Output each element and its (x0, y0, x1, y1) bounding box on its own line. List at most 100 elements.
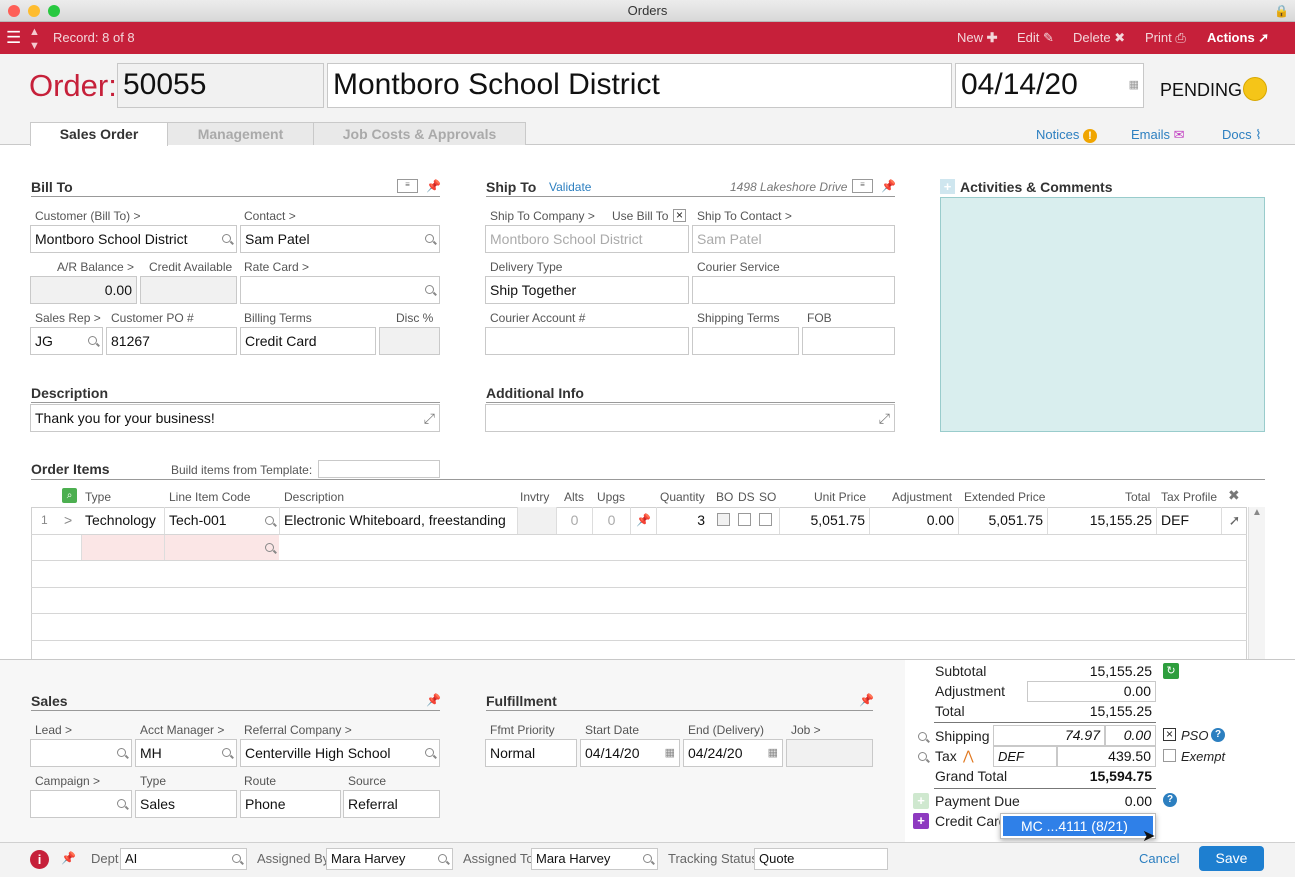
order-customer-field[interactable]: Montboro School District (327, 63, 952, 108)
info-icon[interactable]: i (30, 850, 49, 869)
new-row-type-cell[interactable] (81, 535, 164, 560)
new-button[interactable]: New ✚ (957, 22, 998, 54)
add-payment-icon[interactable]: + (913, 793, 929, 809)
col-bo[interactable]: BO (716, 490, 733, 504)
acct-manager-label[interactable]: Acct Manager > (140, 723, 224, 737)
courier-service-field[interactable] (692, 276, 895, 304)
row-upgs[interactable]: 0 (592, 507, 630, 534)
calendar-icon[interactable]: ▦ (768, 740, 778, 766)
search-icon[interactable] (222, 234, 231, 243)
col-invtry[interactable]: Invtry (520, 490, 549, 504)
col-unit-price[interactable]: Unit Price (814, 490, 866, 504)
tab-management[interactable]: Management (167, 122, 314, 145)
col-so[interactable]: SO (759, 490, 776, 504)
tab-sales-order[interactable]: Sales Order (30, 122, 168, 146)
search-icon[interactable] (232, 854, 241, 863)
contact-field[interactable]: Sam Patel (240, 225, 440, 253)
tracking-status-field[interactable]: Quote (754, 848, 888, 870)
pin-icon[interactable]: 📌 (859, 693, 874, 707)
ship-company-label[interactable]: Ship To Company > (490, 209, 595, 223)
priority-field[interactable]: Normal (485, 739, 577, 767)
col-code[interactable]: Line Item Code (169, 490, 250, 504)
ds-checkbox[interactable] (738, 513, 751, 526)
billing-terms-field[interactable]: Credit Card (240, 327, 376, 355)
validate-link[interactable]: Validate (549, 180, 591, 194)
row-adjustment[interactable]: 0.00 (869, 507, 958, 534)
template-field[interactable] (318, 460, 440, 478)
search-items-icon[interactable]: ⌕ (62, 488, 77, 503)
row-tax-profile[interactable]: DEF (1156, 507, 1221, 534)
search-icon[interactable] (425, 748, 434, 757)
so-checkbox[interactable] (759, 513, 772, 526)
pin-icon[interactable]: 📌 (61, 851, 76, 865)
menu-icon[interactable]: ☰ (6, 22, 21, 54)
col-extended-price[interactable]: Extended Price (964, 490, 1045, 504)
cancel-button[interactable]: Cancel (1139, 851, 1179, 866)
credit-card-option[interactable]: MC ...4111 (8/21) (1003, 816, 1153, 836)
new-row-code-cell[interactable] (164, 535, 279, 560)
row-description[interactable]: Electronic Whiteboard, freestanding (279, 507, 517, 534)
search-icon[interactable] (425, 234, 434, 243)
emails-link[interactable]: Emails ✉ (1131, 127, 1185, 143)
col-upgs[interactable]: Upgs (597, 490, 625, 504)
search-icon[interactable] (438, 854, 447, 863)
campaign-label[interactable]: Campaign > (35, 774, 100, 788)
col-type[interactable]: Type (85, 490, 111, 504)
exempt-checkbox[interactable] (1163, 749, 1176, 762)
close-window-button[interactable] (8, 5, 20, 17)
delivery-type-field[interactable]: Ship Together (485, 276, 689, 304)
acct-manager-field[interactable]: MH (135, 739, 237, 767)
zoom-window-button[interactable] (48, 5, 60, 17)
edit-button[interactable]: Edit ✎ (1017, 22, 1054, 54)
tax-search-icon[interactable] (916, 750, 930, 764)
add-activity-icon[interactable]: + (940, 179, 955, 194)
calendar-icon[interactable]: ▦ (665, 740, 675, 766)
start-date-field[interactable]: 04/14/20 ▦ (580, 739, 680, 767)
help-icon[interactable]: ? (1211, 728, 1225, 742)
adjustment-field[interactable]: 0.00 (1027, 681, 1156, 702)
courier-account-field[interactable] (485, 327, 689, 355)
customer-po-field[interactable]: 81267 (106, 327, 237, 355)
rate-card-label[interactable]: Rate Card > (244, 260, 309, 274)
referral-field[interactable]: Centerville High School (240, 739, 440, 767)
row-type[interactable]: Technology (85, 507, 163, 534)
search-icon[interactable] (265, 516, 274, 525)
fob-field[interactable] (802, 327, 895, 355)
search-icon[interactable] (117, 799, 126, 808)
use-bill-to-checkbox[interactable]: × (673, 209, 686, 222)
type-field[interactable]: Sales (135, 790, 237, 818)
shipping-terms-field[interactable] (692, 327, 799, 355)
order-date-field[interactable]: 04/14/20 ▦ (955, 63, 1144, 108)
order-number-field[interactable]: 50055 (117, 63, 324, 108)
row-expand-icon[interactable]: > (64, 507, 76, 534)
dept-field[interactable]: AI (120, 848, 247, 870)
customer-label[interactable]: Customer (Bill To) > (35, 209, 140, 223)
row-code-cell[interactable]: Tech-001 (164, 507, 279, 534)
search-icon[interactable] (117, 748, 126, 757)
search-icon[interactable] (425, 285, 434, 294)
end-date-field[interactable]: 04/24/20 ▦ (683, 739, 783, 767)
col-ds[interactable]: DS (738, 490, 755, 504)
notices-link[interactable]: Notices ! (1036, 127, 1097, 143)
search-icon[interactable] (88, 336, 97, 345)
rate-card-field[interactable] (240, 276, 440, 304)
row-unit-price[interactable]: 5,051.75 (779, 507, 869, 534)
col-alts[interactable]: Alts (564, 490, 584, 504)
contact-label[interactable]: Contact > (244, 209, 296, 223)
add-credit-card-icon[interactable]: + (913, 813, 929, 829)
description-field[interactable]: Thank you for your business! ⤢ (30, 404, 440, 432)
pso-checkbox[interactable]: × (1163, 728, 1176, 741)
help-icon[interactable]: ? (1163, 793, 1177, 807)
record-navigator-icon[interactable]: ▲ ▼ (29, 25, 40, 53)
print-button[interactable]: Print ⎙ (1145, 22, 1186, 54)
assigned-to-field[interactable]: Mara Harvey (531, 848, 658, 870)
col-adjustment[interactable]: Adjustment (892, 490, 952, 504)
search-icon[interactable] (265, 543, 274, 552)
lead-label[interactable]: Lead > (35, 723, 72, 737)
col-description[interactable]: Description (284, 490, 344, 504)
delete-column-icon[interactable]: ✖ (1228, 487, 1240, 504)
expand-icon[interactable]: ⤢ (879, 405, 890, 431)
tab-job-costs[interactable]: Job Costs & Approvals (313, 122, 526, 145)
referral-label[interactable]: Referral Company > (244, 723, 352, 737)
customer-field[interactable]: Montboro School District (30, 225, 237, 253)
